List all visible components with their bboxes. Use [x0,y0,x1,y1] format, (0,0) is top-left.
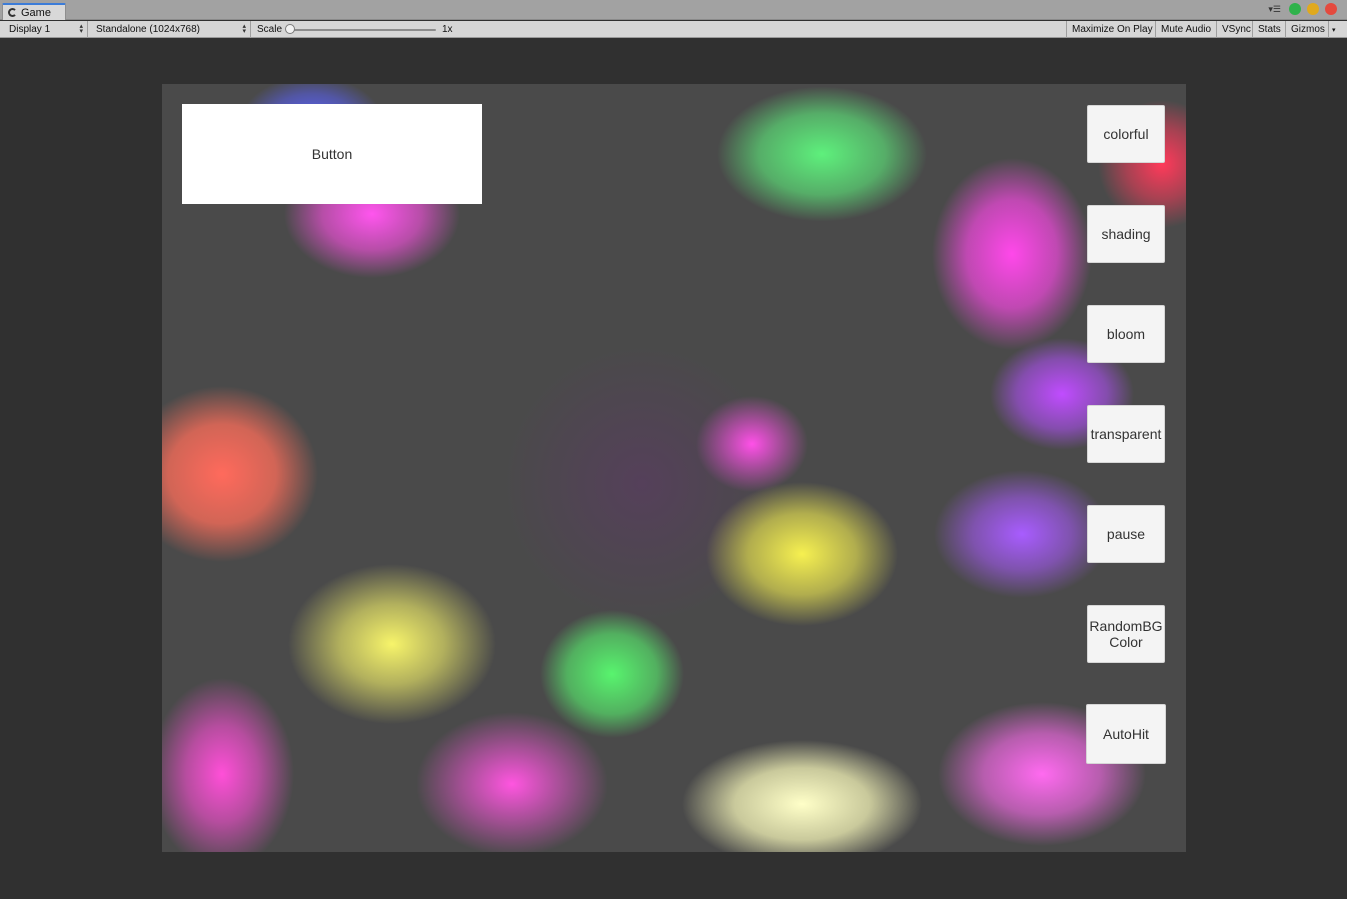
random-bg-color-button[interactable]: RandomBG Color [1087,605,1165,663]
panel-menu-icon[interactable]: ▾☰ [1268,4,1281,15]
close-dot-icon[interactable] [1325,3,1337,15]
updown-arrows-icon: ▴ ▾ [79,23,83,35]
random-bg-color-button-label: RandomBG Color [1089,618,1163,650]
updown-arrows-icon: ▴ ▾ [242,23,246,35]
scale-value: 1x [437,21,477,38]
stats-label: Stats [1258,24,1281,35]
gizmos-label: Gizmos [1291,24,1325,35]
transparent-button-label: transparent [1090,426,1162,442]
vsync-label: VSync [1222,24,1251,35]
scale-value-text: 1x [442,24,453,35]
shading-button[interactable]: shading [1087,205,1165,263]
minimize-dot-icon[interactable] [1307,3,1319,15]
top-button[interactable]: Button [182,104,482,204]
pause-button[interactable]: pause [1087,505,1165,563]
display-dropdown[interactable]: Display 1 ▴ ▾ [4,21,88,38]
game-toolbar: Display 1 ▴ ▾ Standalone (1024x768) ▴ ▾ Sc… [0,21,1347,38]
stats-toggle[interactable]: Stats [1253,21,1286,38]
vsync-toggle[interactable]: VSync [1217,21,1253,38]
top-button-label: Button [311,146,353,162]
maximize-dot-icon[interactable] [1289,3,1301,15]
scale-slider-track[interactable] [288,29,436,31]
mute-audio-toggle[interactable]: Mute Audio [1156,21,1217,38]
window-controls: ▾☰ [1268,3,1337,15]
maximize-on-play-toggle[interactable]: Maximize On Play [1066,21,1156,38]
bloom-button[interactable]: bloom [1087,305,1165,363]
game-viewport[interactable]: Button colorful shading bloom transparen… [162,84,1186,852]
scale-label-text: Scale [257,24,283,35]
gizmos-toggle[interactable]: Gizmos [1286,21,1329,38]
autohit-button-label: AutoHit [1103,726,1149,742]
colorful-button[interactable]: colorful [1087,105,1165,163]
tab-game-label: Game [21,6,51,19]
scale-slider-thumb[interactable] [285,24,295,34]
bloom-button-label: bloom [1106,326,1146,342]
maximize-on-play-label: Maximize On Play [1072,24,1153,35]
chevron-down-icon: ▾ [1332,26,1336,34]
pause-button-label: pause [1106,526,1146,542]
tab-game[interactable]: Game [2,3,66,20]
display-label: Display 1 [9,24,51,35]
resolution-label: Standalone (1024x768) [96,24,200,35]
colorful-button-label: colorful [1103,126,1149,142]
shading-button-label: shading [1101,226,1151,242]
autohit-button[interactable]: AutoHit [1086,704,1166,764]
gizmos-dropdown[interactable]: ▾ [1329,21,1343,38]
scale-label: Scale [252,21,288,38]
mute-audio-label: Mute Audio [1161,24,1212,35]
game-icon [8,8,17,17]
tab-bar: Game ▾☰ [0,0,1347,20]
transparent-button[interactable]: transparent [1087,405,1165,463]
resolution-dropdown[interactable]: Standalone (1024x768) ▴ ▾ [91,21,251,38]
